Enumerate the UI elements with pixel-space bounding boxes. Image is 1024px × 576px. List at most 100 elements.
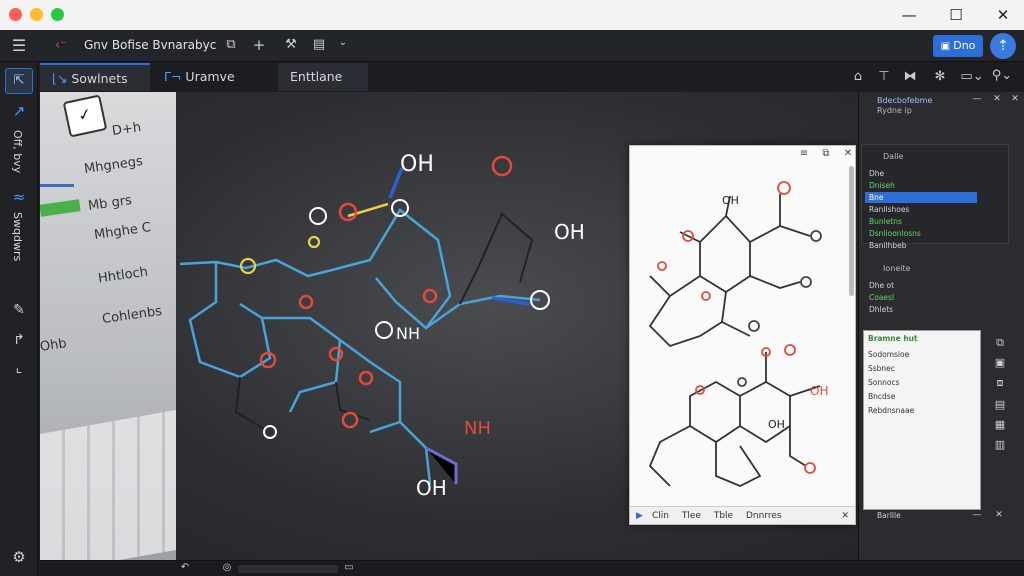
panel-title: Bdecbofebme bbox=[877, 96, 933, 105]
main-toolbar: ☰ ‹⁻ Gnv Bofise Bvnarabyc ⧉ + ⚒ ▤ ⌄ ▣ Dn… bbox=[0, 30, 1024, 62]
status-bar: ↶ ◎ ▭ bbox=[40, 560, 1024, 576]
back-icon[interactable]: ‹⁻ bbox=[50, 38, 72, 53]
gear-icon[interactable]: ✻ bbox=[932, 69, 948, 84]
side-tool-icon[interactable]: ▥ bbox=[993, 438, 1007, 451]
molecule-label: OH bbox=[416, 476, 447, 500]
tab-label: Sowlnets bbox=[71, 71, 128, 86]
inspector-row-selected[interactable]: Bne bbox=[865, 192, 977, 203]
inspector-row[interactable]: Bunletns bbox=[869, 216, 902, 227]
prop-row[interactable]: Rebdnsnaae bbox=[868, 405, 914, 417]
close-icon[interactable]: ✕ bbox=[993, 510, 1005, 520]
preview-label: OH bbox=[722, 194, 739, 207]
side-tool-icon[interactable]: ▣ bbox=[993, 356, 1007, 369]
inspector-row[interactable]: Dhlets bbox=[869, 304, 893, 315]
footer-item[interactable]: Tlee bbox=[682, 511, 701, 521]
rotate-icon[interactable]: ↱ bbox=[9, 332, 29, 348]
minimize-button[interactable]: — bbox=[896, 4, 922, 26]
footer-item[interactable]: Clin bbox=[652, 511, 669, 521]
molecule-label: OH bbox=[400, 152, 434, 177]
title-bar: — ☐ ✕ bbox=[0, 0, 1024, 30]
flip-icon[interactable]: ⧓ bbox=[902, 69, 918, 84]
side-tool-icon[interactable]: ▤ bbox=[993, 398, 1007, 411]
tools-icon[interactable]: ⚒ bbox=[282, 37, 300, 52]
inspector-row[interactable]: Dsnlioonlosns bbox=[869, 228, 921, 239]
side-tool-icon[interactable]: ⧉ bbox=[993, 336, 1007, 350]
home-icon[interactable]: ⌂ bbox=[850, 69, 866, 84]
left-vertical-text-2: Swqdwrs bbox=[11, 212, 24, 262]
properties-panel: Bramne hut Sodomsioe Ssbnec Sonnocs Bncd… bbox=[863, 330, 981, 510]
tab-label: Enttlane bbox=[290, 69, 343, 84]
molecule-label: NH bbox=[396, 324, 420, 343]
minimize-dot[interactable] bbox=[30, 8, 43, 21]
tab-uramve[interactable]: Γ¬ Uramve RyOve bbox=[152, 63, 276, 112]
footer-item[interactable]: Tble bbox=[714, 511, 733, 521]
preview-footer: ▶ Clin Tlee Tble Dnnrres ✕ bbox=[630, 506, 855, 524]
close-icon[interactable]: ✕ bbox=[991, 94, 1003, 104]
zoom-dot[interactable] bbox=[51, 8, 64, 21]
inspector-row[interactable]: Banilhbeb bbox=[869, 240, 907, 251]
close-icon[interactable]: ✕ bbox=[1009, 94, 1021, 104]
settings-gear-icon[interactable]: ⚙ bbox=[9, 548, 29, 566]
footer-item[interactable]: Dnnrres bbox=[746, 511, 782, 521]
select-tool-button[interactable]: ⇱ bbox=[5, 68, 33, 94]
left-vertical-text-1: Off, bvy bbox=[11, 130, 24, 174]
preview-label: OH bbox=[768, 418, 785, 431]
structure-preview bbox=[648, 181, 822, 487]
prop-row[interactable]: Sonnocs bbox=[868, 377, 899, 389]
side-tool-icon[interactable]: ⧈ bbox=[993, 376, 1007, 390]
text-tool-icon[interactable]: ⊤ bbox=[876, 69, 892, 84]
save-icon: ▣ bbox=[940, 41, 954, 52]
panel-subtitle: Rydne ip bbox=[877, 106, 912, 115]
frame-icon[interactable]: ⌞ bbox=[9, 360, 29, 376]
chevron-down-icon[interactable]: ⌄ bbox=[336, 37, 350, 48]
inspector-row[interactable]: Dhe bbox=[869, 168, 884, 179]
side-tool-icon[interactable]: ▦ bbox=[993, 418, 1007, 431]
prop-row[interactable]: Bncdse bbox=[868, 391, 895, 403]
section-title: Ioneite bbox=[883, 264, 911, 273]
minimize-icon[interactable]: — bbox=[971, 94, 983, 104]
primary-button[interactable]: ▣ Dno bbox=[933, 35, 983, 57]
menu-icon[interactable]: ☰ bbox=[8, 36, 30, 55]
tab-sowlnets[interactable]: ⌊↘ Sowlnets bbox=[40, 63, 150, 91]
add-icon[interactable]: + bbox=[250, 36, 268, 54]
props-title: Bramne hut bbox=[868, 334, 918, 343]
inspector-row[interactable]: Ranllshoes bbox=[869, 204, 909, 215]
preview-label: OH bbox=[810, 384, 829, 398]
left-toolbar: ⇱ ↗ Off, bvy ≈ Swqdwrs ✎ ↱ ⌞ ⚙ bbox=[0, 62, 38, 576]
search-icon[interactable]: ⚲⌄ bbox=[990, 68, 1014, 83]
maximize-button[interactable]: ☐ bbox=[943, 4, 969, 26]
pin-icon[interactable]: ✎ bbox=[9, 302, 29, 318]
inspector-row[interactable]: Dhe ot bbox=[869, 280, 894, 291]
prop-row[interactable]: Sodomsioe bbox=[868, 349, 909, 361]
crop-icon[interactable]: ▭⌄ bbox=[960, 69, 984, 84]
structure-preview-window[interactable]: ≡ ⧉ ✕ OH OH OH ▶ Clin Tlee Tble Dnnrres … bbox=[629, 145, 856, 525]
inspector-row[interactable]: Dniseh bbox=[869, 180, 895, 191]
tab-enttlane[interactable]: Enttlane bbox=[278, 63, 368, 91]
status-progress bbox=[238, 565, 338, 573]
status-icon[interactable]: ↶ bbox=[178, 562, 192, 573]
tab-icon: ⌊↘ bbox=[52, 71, 72, 86]
inspector-row[interactable]: Coaesl bbox=[869, 292, 894, 303]
play-icon[interactable]: ▶ bbox=[636, 507, 643, 525]
primary-button-label: Dno bbox=[953, 39, 976, 52]
document-tabs: ⌊↘ Sowlnets Γ¬ Uramve RyOve Enttlane ⌂ ⊤… bbox=[40, 62, 1024, 112]
status-icon[interactable]: ▭ bbox=[342, 562, 356, 573]
arrow-tool-icon[interactable]: ↗ bbox=[9, 102, 29, 120]
close-button[interactable]: ✕ bbox=[990, 4, 1016, 26]
molecule-label: NH bbox=[464, 418, 491, 439]
right-inspector-panel: Bdecbofebme Rydne ip — ✕ ✕ Dalle Dhe Dni… bbox=[858, 92, 1024, 560]
prop-row[interactable]: Ssbnec bbox=[868, 363, 895, 375]
molecule-label: OH bbox=[554, 220, 585, 244]
close-dot[interactable] bbox=[9, 8, 22, 21]
status-icon[interactable]: ◎ bbox=[220, 562, 234, 573]
bookmark-icon[interactable]: ▤ bbox=[310, 37, 328, 52]
app-title: Gnv Bofise Bvnarabyc bbox=[84, 38, 217, 52]
link-tool-icon[interactable]: ≈ bbox=[9, 188, 29, 206]
close-icon[interactable]: ✕ bbox=[841, 507, 849, 525]
minimize-icon[interactable]: — bbox=[971, 510, 983, 520]
user-avatar[interactable]: ⇡ bbox=[990, 33, 1016, 59]
tab-icon: Γ¬ bbox=[164, 69, 186, 84]
panel-footer: Barllle bbox=[877, 511, 901, 520]
copy-icon[interactable]: ⧉ bbox=[222, 37, 240, 52]
section-title: Dalle bbox=[883, 152, 904, 161]
